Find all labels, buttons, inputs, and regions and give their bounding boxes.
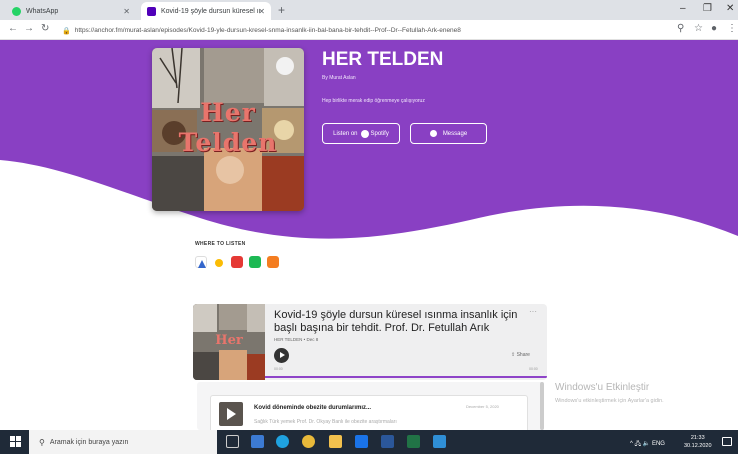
clock[interactable]: 21:33 30.12.2020 bbox=[684, 434, 712, 450]
search-placeholder: Aramak için buraya yazın bbox=[49, 438, 129, 446]
windows-start-icon[interactable] bbox=[10, 436, 21, 447]
play-button[interactable] bbox=[274, 348, 289, 363]
activation-watermark-text: Windows'u etkinleştirmek için Ayarlar'a … bbox=[555, 398, 664, 404]
spotify-icon[interactable] bbox=[249, 256, 261, 268]
search-icon: ⚲ bbox=[39, 437, 45, 447]
whatsapp-icon bbox=[12, 6, 21, 16]
mail-icon[interactable] bbox=[251, 435, 264, 448]
pocket-casts-icon[interactable] bbox=[231, 256, 243, 268]
taskbar: ⚲ Aramak için buraya yazın ^ 🖧 🔈 ENG 21:… bbox=[0, 430, 738, 454]
profile-icon[interactable]: ● bbox=[711, 23, 717, 34]
photos-icon[interactable] bbox=[433, 435, 446, 448]
taskbar-search[interactable]: ⚲ Aramak için buraya yazın bbox=[29, 430, 217, 454]
podcast-author[interactable]: By Murat Aslan bbox=[322, 75, 356, 81]
notifications-icon[interactable] bbox=[722, 437, 732, 446]
share-button[interactable]: ⇪ Share bbox=[511, 352, 530, 358]
progress-bar[interactable] bbox=[265, 376, 547, 378]
forward-icon[interactable]: → bbox=[24, 23, 34, 34]
activation-watermark-title: Windows'u Etkinleştir bbox=[555, 382, 650, 393]
close-window-icon[interactable]: ✕ bbox=[726, 3, 734, 14]
lock-icon: 🔒 bbox=[62, 27, 71, 35]
address-bar[interactable]: 🔒 https://anchor.fm/murat-aslan/episodes… bbox=[62, 24, 642, 37]
screen: WhatsApp ✕ Kovid-19 şöyle dursun küresel… bbox=[0, 0, 738, 454]
new-tab-button[interactable]: + bbox=[278, 3, 285, 17]
listen-on-spotify-button[interactable]: Listen on Spotify bbox=[322, 123, 400, 144]
chrome-icon[interactable] bbox=[302, 435, 315, 448]
clock-date: 30.12.2020 bbox=[684, 443, 712, 449]
header-background bbox=[0, 40, 738, 239]
list-item[interactable]: Kovid döneminde obezite durumlarımız... … bbox=[210, 395, 528, 430]
google-podcasts-icon[interactable] bbox=[213, 256, 225, 268]
list-item-description: Sağlık Türk yemek Prof. Dr. Okyay Banlı … bbox=[254, 419, 397, 425]
edge-icon[interactable] bbox=[276, 435, 289, 448]
browser-menu-icon[interactable]: ⋮ bbox=[727, 23, 737, 34]
episode-meta: HER TELDEN • Dec 8 bbox=[274, 337, 319, 342]
message-label: Message bbox=[442, 130, 468, 137]
tab-whatsapp[interactable]: WhatsApp ✕ bbox=[6, 2, 136, 20]
anchor-icon bbox=[147, 6, 156, 16]
bookmark-star-icon[interactable]: ☆ bbox=[694, 23, 703, 34]
url-text: https://anchor.fm/murat-aslan/episodes/K… bbox=[74, 27, 461, 34]
time-elapsed: 00:00 bbox=[274, 367, 283, 371]
tab-close-icon[interactable]: ✕ bbox=[258, 7, 265, 16]
spotify-icon bbox=[360, 129, 369, 138]
share-icon: ⇪ bbox=[511, 352, 516, 358]
listen-label: Listen on bbox=[333, 130, 358, 137]
minimize-icon[interactable]: – bbox=[680, 3, 686, 14]
message-icon bbox=[429, 130, 437, 137]
task-view-icon[interactable] bbox=[226, 435, 239, 448]
spotify-label: Spotify bbox=[370, 130, 389, 137]
tab-anchor[interactable]: Kovid-19 şöyle dursun küresel ıı ✕ bbox=[141, 2, 271, 20]
clock-time: 21:33 bbox=[690, 435, 705, 441]
where-to-listen-heading: WHERE TO LISTEN bbox=[195, 241, 246, 247]
word-icon[interactable] bbox=[381, 435, 394, 448]
podcast-cover-art: Her Telden bbox=[152, 48, 304, 211]
episode-title[interactable]: Kovid-19 şöyle dursun küresel ısınma ins… bbox=[274, 309, 536, 335]
page: Her Telden HER TELDEN By Murat Aslan Hep… bbox=[0, 40, 738, 430]
rss-icon[interactable] bbox=[267, 256, 279, 268]
episode-list: Kovid döneminde obezite durumlarımız... … bbox=[197, 382, 543, 430]
system-tray[interactable]: ^ 🖧 🔈 ENG bbox=[630, 439, 665, 449]
time-total: 00:00 bbox=[529, 367, 538, 371]
browser-tab-strip: WhatsApp ✕ Kovid-19 şöyle dursun küresel… bbox=[0, 0, 738, 20]
podcast-title: HER TELDEN bbox=[322, 49, 444, 70]
share-label: Share bbox=[516, 352, 530, 358]
browser-toolbar: ← → ↻ 🔒 https://anchor.fm/murat-aslan/ep… bbox=[0, 20, 738, 40]
episode-player-card: Her Kovid-19 şöyle dursun küresel ısınma… bbox=[193, 304, 547, 380]
episode-cover-text: Her bbox=[215, 333, 243, 348]
message-button[interactable]: Message bbox=[410, 123, 487, 144]
internet-explorer-icon[interactable] bbox=[355, 435, 368, 448]
list-scrollbar[interactable] bbox=[540, 382, 544, 430]
tab-label: Kovid-19 şöyle dursun küresel ıı bbox=[161, 7, 261, 15]
list-item-title[interactable]: Kovid döneminde obezite durumlarımız... bbox=[254, 405, 371, 411]
cover-title-line2: Telden bbox=[178, 128, 278, 157]
reload-icon[interactable]: ↻ bbox=[41, 23, 49, 34]
tab-close-icon[interactable]: ✕ bbox=[123, 7, 130, 16]
back-icon[interactable]: ← bbox=[8, 23, 18, 34]
apple-podcasts-icon[interactable] bbox=[195, 256, 207, 268]
tab-label: WhatsApp bbox=[26, 7, 59, 15]
maximize-icon[interactable]: ❐ bbox=[703, 3, 712, 14]
cover-title-line1: Her bbox=[200, 98, 256, 127]
excel-icon[interactable] bbox=[407, 435, 420, 448]
list-item-date: December 5, 2020 bbox=[466, 404, 499, 409]
more-options-icon[interactable]: ··· bbox=[529, 307, 537, 316]
episode-cover-collage: Her bbox=[193, 304, 265, 380]
episode-thumbnail-play-icon[interactable] bbox=[219, 402, 243, 426]
store-icon[interactable] bbox=[329, 435, 342, 448]
episode-cover-art: Her bbox=[193, 304, 265, 380]
podcast-description: Hep birlikte merak edip öğrenmeye çalışı… bbox=[322, 98, 425, 104]
zoom-icon[interactable]: ⚲ bbox=[677, 23, 684, 34]
